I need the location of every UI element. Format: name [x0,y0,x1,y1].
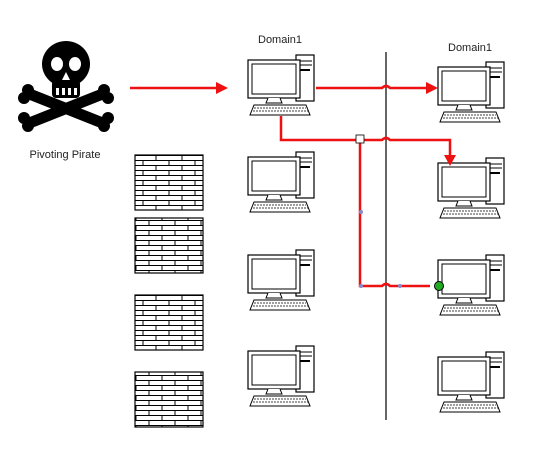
right-host-4 [437,351,505,413]
arrow-host-to-right-host-1 [316,84,428,90]
arrow-to-right-host-3 [358,140,430,288]
skull-and-crossbones-icon [18,41,114,132]
connector-point [359,284,363,288]
left-host-2 [247,151,315,213]
firewall-wall-2 [134,217,204,274]
connector-handle[interactable] [355,134,365,144]
connection-endpoint[interactable] [434,281,444,291]
domain-label-left: Domain1 [258,34,303,46]
left-host-1 [247,54,315,116]
firewall-wall-1 [134,154,204,211]
connector-point [359,210,363,214]
right-host-2 [437,157,505,219]
firewall-wall-4 [134,371,204,428]
left-host-3 [247,249,315,311]
right-host-3 [437,254,505,316]
left-host-4 [247,345,315,407]
firewall-wall-3 [134,294,204,351]
attacker-label: Pivoting Pirate [29,149,101,161]
right-host-1 [437,61,505,123]
domain-label-right: Domain1 [448,42,493,54]
network-pivot-diagram [18,41,505,428]
connector-point [398,284,402,288]
